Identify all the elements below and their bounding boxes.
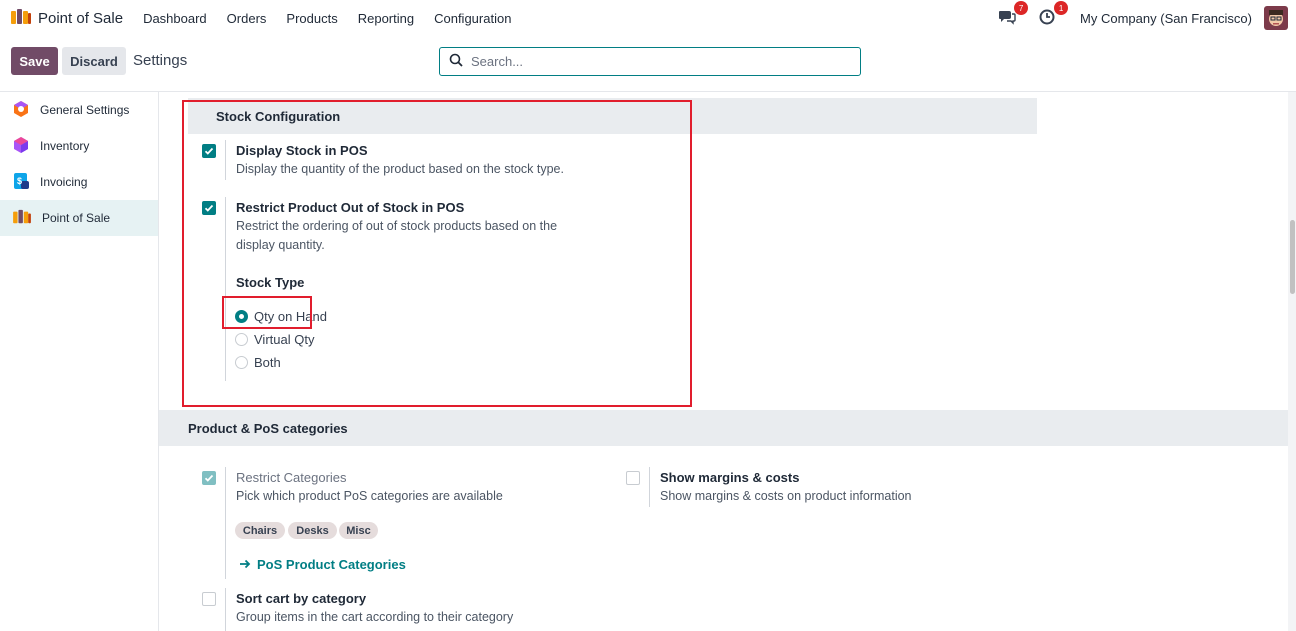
menu-reporting[interactable]: Reporting [348,11,424,26]
activities-button[interactable]: 1 [1036,1,1069,29]
setting-divider [649,467,650,507]
show-margins-desc: Show margins & costs on product informat… [660,489,912,503]
cube-icon [12,136,30,157]
navbar-systray: 7 1 My Company (San Francisco) [996,0,1288,36]
sidebar-item-invoicing[interactable]: $ Invoicing [0,164,158,200]
show-margins-checkbox[interactable] [626,471,640,485]
section-product-pos-categories: Product & PoS categories [159,410,1288,446]
svg-text:$: $ [17,176,22,186]
restrict-categories-checkbox[interactable] [202,471,216,485]
sort-cart-title: Sort cart by category [236,591,367,606]
gear-hexagon-icon [12,100,30,121]
sidebar-item-label: General Settings [40,103,130,117]
company-switcher[interactable]: My Company (San Francisco) [1080,11,1252,26]
show-margins-title: Show margins & costs [660,470,800,485]
sort-cart-desc: Group items in the cart according to the… [236,610,514,624]
top-navbar: Point of Sale Dashboard Orders Products … [0,0,1296,36]
sidebar-item-inventory[interactable]: Inventory [0,128,158,164]
chat-bubbles-icon [998,9,1016,28]
settings-sidebar: General Settings Inventory $ Invoicing P… [0,92,159,631]
arrow-right-icon [239,557,251,572]
sidebar-item-label: Inventory [40,139,90,153]
search-input[interactable] [471,54,851,69]
activities-badge: 1 [1054,1,1069,15]
checkmark-icon [204,474,214,482]
invoice-icon: $ [12,172,30,193]
setting-divider [225,588,226,631]
menu-configuration[interactable]: Configuration [424,11,521,26]
sidebar-item-point-of-sale[interactable]: Point of Sale [0,200,158,236]
content-scrollbar[interactable] [1288,92,1296,631]
highlight-box-qty-on-hand [222,296,312,329]
highlight-box-stock-configuration [182,100,692,407]
sort-cart-checkbox[interactable] [202,592,216,606]
save-button[interactable]: Save [11,47,58,75]
sidebar-item-label: Invoicing [40,175,88,189]
category-tag-misc[interactable]: Misc [339,522,378,539]
section-title: Product & PoS categories [188,420,348,436]
sidebar-item-label: Point of Sale [42,211,111,225]
discard-button[interactable]: Discard [62,47,126,75]
category-tag-desks[interactable]: Desks [288,522,337,539]
pos-shop-icon [10,8,32,29]
settings-content: Stock Configuration Display Stock in POS… [159,92,1296,631]
menu-products[interactable]: Products [276,11,347,26]
search-icon [449,53,463,70]
messages-button[interactable]: 7 [996,1,1029,29]
app-brand[interactable]: Point of Sale [10,8,123,29]
pos-shop-icon [12,209,32,228]
setting-divider [225,467,226,579]
user-avatar[interactable] [1264,6,1288,30]
clock-icon [1039,9,1055,28]
main-menu: Dashboard Orders Products Reporting Conf… [133,11,521,26]
category-tag-chairs[interactable]: Chairs [235,522,285,539]
search-box[interactable] [439,47,861,76]
link-label: PoS Product Categories [257,557,406,572]
pos-product-categories-link[interactable]: PoS Product Categories [239,557,406,572]
menu-dashboard[interactable]: Dashboard [133,11,217,26]
app-name: Point of Sale [38,9,124,27]
control-panel: Save Discard Settings [0,36,1296,92]
scrollbar-thumb[interactable] [1290,220,1295,294]
sidebar-item-general-settings[interactable]: General Settings [0,92,158,128]
messages-badge: 7 [1014,1,1029,15]
restrict-categories-desc: Pick which product PoS categories are av… [236,489,503,503]
restrict-categories-title: Restrict Categories [236,470,347,485]
menu-orders[interactable]: Orders [217,11,277,26]
breadcrumb: Settings [133,52,188,69]
